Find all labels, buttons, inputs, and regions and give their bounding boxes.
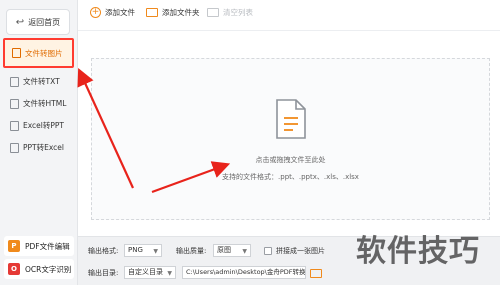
add-folder-button[interactable]: 添加文件夹 [146, 7, 200, 18]
sidebar-item-excel-to-ppt[interactable]: Excel转PPT [3, 115, 74, 136]
add-file-button[interactable]: + 添加文件 [90, 7, 135, 18]
back-home-button[interactable]: ↩ 返回首页 [6, 9, 70, 35]
conversion-nav: 文件转图片 文件转TXT 文件转HTML Excel转PPT PPT转Excel [3, 38, 74, 159]
output-quality-value: 原图 [217, 246, 231, 254]
sidebar-item-label: PPT转Excel [23, 143, 64, 152]
chevron-down-icon: ▼ [167, 270, 172, 277]
sidebar-item-file-to-image[interactable]: 文件转图片 [3, 38, 74, 68]
add-file-label: 添加文件 [105, 8, 135, 17]
chevron-down-icon: ▼ [242, 248, 247, 255]
sidebar-item-file-to-html[interactable]: 文件转HTML [3, 93, 74, 114]
sidebar-item-ppt-to-excel[interactable]: PPT转Excel [3, 137, 74, 158]
back-arrow-icon: ↩ [15, 16, 25, 28]
sidebar-item-label: 文件转图片 [25, 48, 63, 58]
sidebar-item-file-to-txt[interactable]: 文件转TXT [3, 71, 74, 92]
output-path-value: C:\Users\admin\Desktop\金舟PDF转换 [186, 268, 306, 276]
txt-file-icon [10, 76, 19, 87]
browse-folder-icon[interactable] [310, 269, 322, 278]
excel-file-icon [10, 120, 19, 131]
pdf-edit-tool-button[interactable]: P PDF文件编辑 [4, 236, 74, 256]
sidebar-item-label: Excel转PPT [23, 121, 64, 130]
add-folder-label: 添加文件夹 [162, 8, 200, 17]
image-file-icon [12, 48, 21, 58]
file-drop-zone[interactable]: 点击或拖拽文件至此处 支持的文件格式：.ppt、.pptx、.xls、.xlsx [91, 58, 490, 220]
output-quality-select[interactable]: 原图 ▼ [213, 244, 251, 257]
ppt-file-icon [10, 142, 19, 153]
document-icon [276, 99, 306, 139]
clear-icon [207, 8, 219, 17]
output-format-value: PNG [128, 246, 143, 254]
merge-images-checkbox[interactable] [264, 247, 272, 255]
clear-list-button[interactable]: 清空列表 [207, 7, 253, 18]
output-dir-select[interactable]: 自定义目录 ▼ [124, 266, 176, 279]
sidebar-item-label: 文件转TXT [23, 77, 60, 86]
back-home-label: 返回首页 [28, 17, 61, 27]
output-format-select[interactable]: PNG ▼ [124, 244, 162, 257]
output-dir-label: 输出目录: [88, 269, 119, 277]
pdf-edit-label: PDF文件编辑 [25, 241, 70, 251]
ocr-icon: O [8, 263, 20, 275]
output-format-label: 输出格式: [88, 247, 119, 255]
sidebar-item-label: 文件转HTML [23, 99, 67, 108]
pdf-edit-icon: P [8, 240, 20, 252]
drop-hint-text: 点击或拖拽文件至此处 [255, 156, 326, 164]
chevron-down-icon: ▼ [153, 248, 158, 255]
toolbar: + 添加文件 添加文件夹 清空列表 [78, 0, 500, 31]
merge-images-label: 拼接成一张图片 [276, 247, 325, 255]
output-path-field[interactable]: C:\Users\admin\Desktop\金舟PDF转换 [182, 266, 306, 279]
supported-formats-text: 支持的文件格式：.ppt、.pptx、.xls、.xlsx [222, 173, 359, 181]
output-dir-value: 自定义目录 [128, 268, 163, 276]
watermark-text: 软件技巧 [356, 234, 480, 269]
ocr-tool-button[interactable]: O OCR文字识别 [4, 259, 74, 279]
output-quality-label: 输出质量: [176, 247, 207, 255]
ocr-label: OCR文字识别 [25, 264, 72, 274]
sidebar: ↩ 返回首页 文件转图片 文件转TXT 文件转HTML Excel转PPT PP… [0, 0, 78, 285]
add-circle-icon: + [90, 7, 101, 18]
html-file-icon [10, 98, 19, 109]
folder-icon [146, 8, 158, 17]
clear-list-label: 清空列表 [223, 8, 253, 17]
